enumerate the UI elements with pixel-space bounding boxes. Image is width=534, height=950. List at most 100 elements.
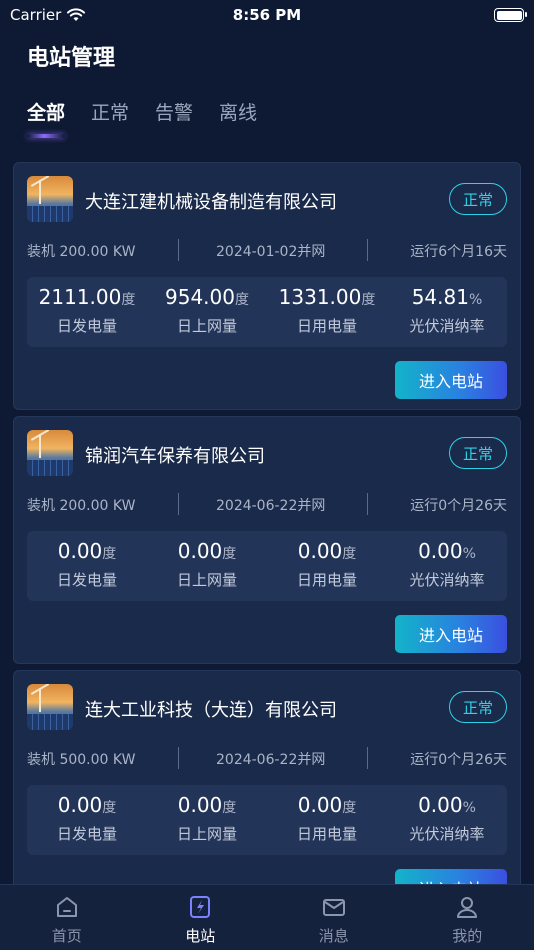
divider: [178, 747, 179, 769]
station-thumbnail: [27, 684, 73, 730]
metric-unit: 度: [222, 546, 237, 562]
metric-label: 日发电量: [56, 317, 117, 335]
metric-unit: 度: [102, 800, 117, 816]
tabbar-label: 消息: [318, 927, 349, 945]
metric-daily-grid-export: 0.00度 日上网量: [147, 531, 267, 601]
divider: [178, 239, 179, 261]
metric-unit: %: [468, 292, 483, 308]
bottom-tab-bar: 首页 电站 消息 我的: [0, 884, 534, 950]
metric-label: 日上网量: [176, 825, 237, 843]
metric-daily-generation: 2111.00度 日发电量: [27, 277, 147, 347]
station-card[interactable]: 锦润汽车保养有限公司 正常 装机 200.00 KW 2024-06-22并网 …: [13, 416, 521, 664]
power-station-icon: [190, 896, 211, 918]
station-name: 大连江建机械设备制造有限公司: [85, 192, 337, 213]
metric-unit: %: [462, 546, 476, 562]
metric-unit: 度: [234, 292, 249, 308]
metric-label: 光伏消纳率: [409, 825, 485, 843]
station-info-row: 装机 200.00 KW 2024-01-02并网 运行6个月16天: [27, 239, 507, 261]
metric-pv-absorption-rate: 0.00% 光伏消纳率: [387, 531, 507, 601]
metric-value: 1331.00: [278, 285, 362, 309]
filter-tabs: 全部 正常 告警 离线: [27, 98, 257, 138]
metrics-panel: 0.00度 日发电量 0.00度 日上网量 0.00度 日用电量 0.00% 光…: [27, 785, 507, 855]
metric-daily-consumption: 0.00度 日用电量: [267, 531, 387, 601]
metric-unit: 度: [222, 800, 237, 816]
status-left: Carrier: [10, 6, 86, 24]
battery-fill: [496, 10, 522, 20]
metric-unit: 度: [121, 292, 136, 308]
metric-value: 2111.00: [38, 285, 122, 309]
carrier-label: Carrier: [10, 6, 62, 24]
metric-value: 0.00: [57, 539, 103, 563]
status-badge: 正常: [449, 437, 507, 469]
station-thumbnail: [27, 430, 73, 476]
metric-daily-consumption: 1331.00度 日用电量: [267, 277, 387, 347]
tabbar-label: 首页: [51, 927, 82, 945]
user-icon: [457, 897, 478, 918]
station-card[interactable]: 大连江建机械设备制造有限公司 正常 装机 200.00 KW 2024-01-0…: [13, 162, 521, 410]
tabbar-label: 电站: [185, 927, 216, 945]
metric-value: 0.00: [297, 793, 343, 817]
tabbar-profile[interactable]: 我的: [401, 885, 534, 950]
metric-unit: 度: [361, 292, 376, 308]
metric-label: 日发电量: [56, 825, 117, 843]
metric-value: 0.00: [418, 539, 463, 563]
divider: [367, 493, 368, 515]
page-title: 电站管理: [27, 46, 116, 71]
metric-daily-grid-export: 954.00度 日上网量: [147, 277, 267, 347]
enter-station-button[interactable]: 进入电站: [395, 361, 507, 399]
enter-station-button[interactable]: 进入电站: [395, 615, 507, 653]
metric-value: 954.00: [165, 285, 235, 309]
status-badge: 正常: [449, 691, 507, 723]
runtime-duration: 运行0个月26天: [410, 498, 507, 514]
tabbar-messages[interactable]: 消息: [267, 885, 401, 950]
metric-label: 日用电量: [296, 571, 357, 589]
divider: [367, 747, 368, 769]
station-card[interactable]: 连大工业科技（大连）有限公司 正常 装机 500.00 KW 2024-06-2…: [13, 670, 521, 884]
station-capacity: 装机 200.00 KW: [27, 498, 136, 514]
metric-value: 0.00: [57, 793, 103, 817]
metric-unit: 度: [342, 800, 357, 816]
station-list[interactable]: 大连江建机械设备制造有限公司 正常 装机 200.00 KW 2024-01-0…: [13, 162, 521, 884]
runtime-duration: 运行6个月16天: [410, 244, 507, 260]
metric-label: 光伏消纳率: [409, 317, 485, 335]
metric-label: 日发电量: [56, 571, 117, 589]
grid-connection-date: 2024-06-22并网: [216, 752, 326, 768]
tabbar-home[interactable]: 首页: [0, 885, 134, 950]
metric-value: 0.00: [418, 793, 463, 817]
battery-icon: [494, 8, 527, 22]
station-capacity: 装机 500.00 KW: [27, 752, 136, 768]
tabbar-station[interactable]: 电站: [134, 885, 268, 950]
grid-connection-date: 2024-06-22并网: [216, 498, 326, 514]
tab-normal[interactable]: 正常: [91, 98, 129, 138]
metric-value: 54.81: [411, 285, 469, 309]
grid-connection-date: 2024-01-02并网: [216, 244, 326, 260]
metric-pv-absorption-rate: 54.81% 光伏消纳率: [387, 277, 507, 347]
metric-pv-absorption-rate: 0.00% 光伏消纳率: [387, 785, 507, 855]
mail-icon: [322, 899, 345, 916]
home-icon: [56, 897, 77, 917]
runtime-duration: 运行0个月26天: [410, 752, 507, 768]
metric-value: 0.00: [297, 539, 343, 563]
tab-all[interactable]: 全部: [27, 98, 66, 138]
metric-daily-generation: 0.00度 日发电量: [27, 785, 147, 855]
metric-label: 日上网量: [176, 571, 237, 589]
status-badge: 正常: [449, 183, 507, 215]
metric-daily-generation: 0.00度 日发电量: [27, 531, 147, 601]
metric-daily-grid-export: 0.00度 日上网量: [147, 785, 267, 855]
metric-unit: %: [462, 800, 476, 816]
metrics-panel: 0.00度 日发电量 0.00度 日上网量 0.00度 日用电量 0.00% 光…: [27, 531, 507, 601]
tab-offline[interactable]: 离线: [219, 98, 257, 138]
metric-value: 0.00: [177, 793, 223, 817]
metric-label: 光伏消纳率: [409, 571, 485, 589]
divider: [178, 493, 179, 515]
station-capacity: 装机 200.00 KW: [27, 244, 136, 260]
wifi-icon: [67, 8, 86, 21]
status-bar: Carrier 8:56 PM: [0, 0, 534, 30]
metric-label: 日用电量: [296, 317, 357, 335]
metric-unit: 度: [342, 546, 357, 562]
enter-station-button[interactable]: 进入电站: [395, 869, 507, 884]
metric-value: 0.00: [177, 539, 223, 563]
tab-alarm[interactable]: 告警: [155, 98, 193, 138]
tabbar-label: 我的: [452, 927, 483, 945]
divider: [367, 239, 368, 261]
